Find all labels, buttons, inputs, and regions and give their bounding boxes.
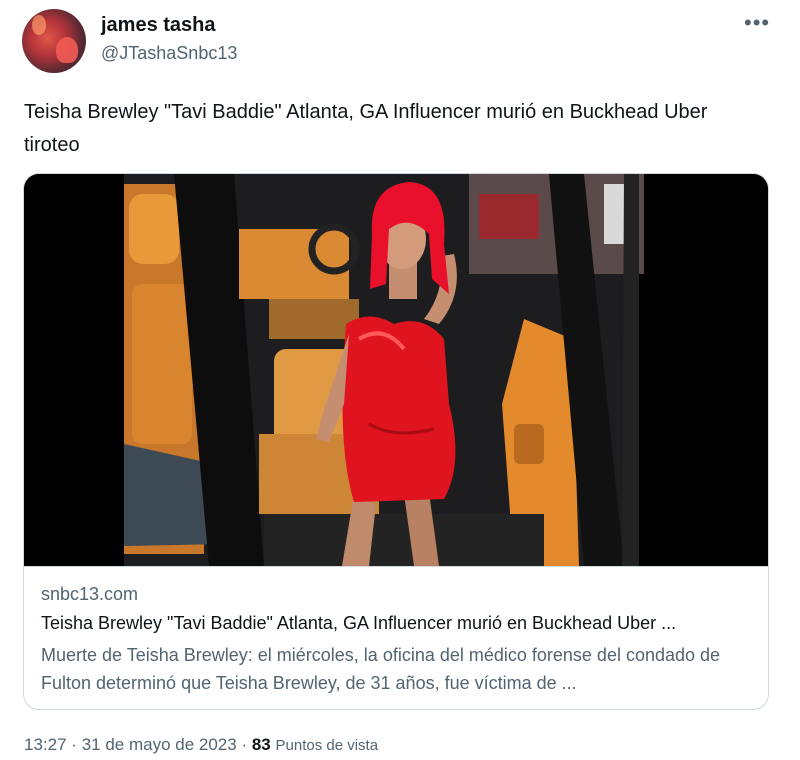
card-domain: snbc13.com [41, 584, 139, 604]
author-handle[interactable]: @JTashaSnbc13 [101, 43, 237, 64]
author-name[interactable]: james tasha [101, 14, 216, 37]
tweet-meta: 13:27 · 31 de mayo de 2023 · 83 Puntos d… [24, 735, 378, 755]
avatar[interactable] [22, 9, 86, 73]
tweet-date[interactable]: 31 de mayo de 2023 [82, 735, 237, 754]
meta-separator: · [241, 735, 248, 754]
tweet: james tasha @JTashaSnbc13 ••• Teisha Bre… [0, 0, 800, 760]
card-description: Muerte de Teisha Brewley: el miércoles, … [41, 645, 721, 693]
views-label: Puntos de vista [275, 737, 379, 754]
tweet-text: Teisha Brewley "Tavi Baddie" Atlanta, GA… [24, 101, 708, 156]
card-photo [24, 174, 768, 566]
tweet-time[interactable]: 13:27 [24, 735, 67, 754]
card-image[interactable] [24, 174, 768, 566]
views-count: 83 [251, 735, 271, 754]
card-info[interactable]: snbc13.com Teisha Brewley "Tavi Baddie" … [24, 566, 768, 709]
meta-separator: · [71, 735, 77, 754]
link-card[interactable]: snbc13.com Teisha Brewley "Tavi Baddie" … [23, 173, 769, 710]
card-title: Teisha Brewley "Tavi Baddie" Atlanta, GA… [41, 613, 677, 633]
more-options-icon[interactable]: ••• [744, 12, 770, 34]
